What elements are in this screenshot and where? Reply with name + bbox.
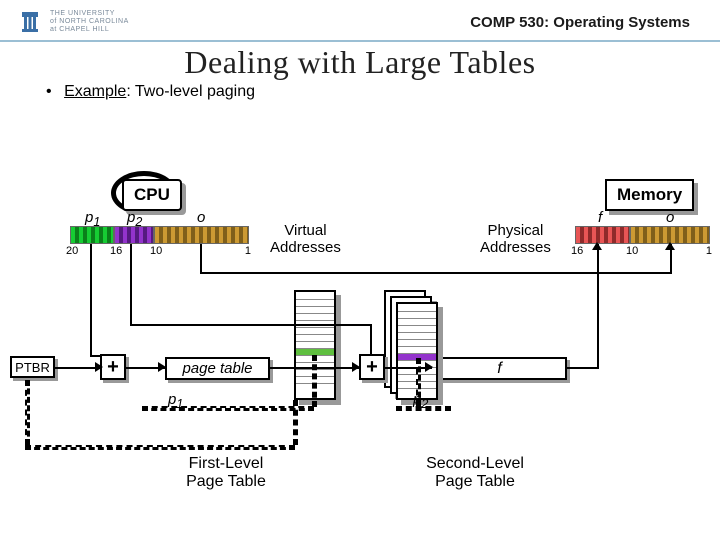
dashed-first-b: [25, 445, 295, 450]
unc-logo-icon: [16, 8, 44, 36]
adder2: +: [359, 354, 385, 380]
arrow-p2-down: [130, 244, 132, 324]
arrowhead-icon: [95, 362, 103, 372]
physical-addresses-label: Physical Addresses: [480, 222, 551, 256]
arrowhead-icon: [425, 362, 433, 372]
arrow-ptbr-add1: [55, 367, 100, 369]
arrow-p2-down2: [370, 324, 372, 356]
arrowhead-icon: [665, 242, 675, 250]
dashed-second-b: [416, 358, 421, 406]
arrow-f-up: [597, 244, 599, 369]
adder1: +: [100, 354, 126, 380]
arrowhead-icon: [592, 242, 602, 250]
arrow-o-b: [200, 272, 670, 274]
slide-title: Dealing with Large Tables: [0, 44, 720, 81]
va-field-o: o 10 1: [154, 226, 249, 244]
example-label: Example: [64, 83, 126, 100]
arrowhead-icon: [352, 362, 360, 372]
second-table-caption: Second-Level Page Table: [400, 455, 550, 491]
university-logo: THE UNIVERSITY of NORTH CAROLINA at CHAP…: [16, 8, 129, 36]
univ-line1: THE UNIVERSITY: [50, 10, 129, 18]
example-bullet: • Example: Two-level paging: [0, 83, 720, 101]
virtual-address-register: p1 20 p2 16 o 10 1: [70, 226, 249, 244]
dashed-first-a: [25, 380, 30, 445]
slide-header: THE UNIVERSITY of NORTH CAROLINA at CHAP…: [0, 0, 720, 42]
example-text: : Two-level paging: [126, 83, 255, 100]
cpu-box: CPU: [122, 179, 182, 211]
va-field-p1: p1 20: [70, 226, 114, 244]
univ-line3: at CHAPEL HILL: [50, 26, 129, 34]
page-table-block: page table: [165, 357, 270, 380]
memory-box: Memory: [605, 179, 694, 211]
virtual-addresses-label: Virtual Addresses: [270, 222, 341, 256]
dashed-first-e: [312, 355, 317, 407]
ptbr-box: PTBR: [10, 356, 55, 378]
univ-line2: of NORTH CAROLINA: [50, 18, 129, 26]
arrowhead-icon: [158, 362, 166, 372]
course-title: COMP 530: Operating Systems: [470, 14, 690, 31]
pa-field-f: f 16: [575, 226, 630, 244]
arrow-p1-right: [90, 355, 102, 357]
first-table-caption: First-Level Page Table: [156, 455, 296, 491]
arrow-p1-down: [90, 244, 92, 357]
dashed-first-d: [142, 406, 314, 411]
arrow-p2-right: [130, 324, 370, 326]
arrow-f-out: [567, 367, 597, 369]
va-field-p2: p2 16: [114, 226, 154, 244]
dashed-second-a: [396, 406, 451, 411]
frame-block: f: [432, 357, 567, 380]
arrow-o-a: [200, 244, 202, 272]
